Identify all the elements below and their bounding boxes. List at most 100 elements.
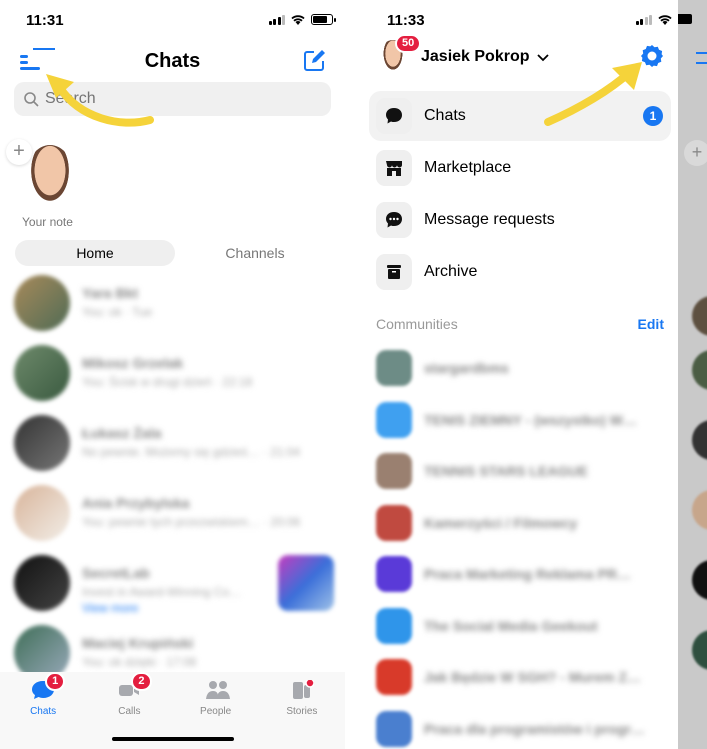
nav-item-marketplace[interactable]: Marketplace xyxy=(369,143,671,193)
nav-item-message-requests[interactable]: Message requests xyxy=(369,195,671,245)
segmented-control: Home Channels xyxy=(15,240,335,266)
tab-home[interactable]: Home xyxy=(15,240,175,266)
tab-label: Stories xyxy=(286,706,318,717)
home-indicator xyxy=(112,737,234,741)
avatar xyxy=(14,415,70,471)
note-label: Your note xyxy=(22,215,73,229)
chat-list-item[interactable]: Yara Bkt You: ok · Tue xyxy=(14,275,334,335)
page-title: Chats xyxy=(144,50,201,72)
chat-list-item[interactable]: Ania Przybylska You: pewnie tych przezwi… xyxy=(14,485,334,545)
tab-badge: 1 xyxy=(45,672,66,691)
community-icon xyxy=(376,401,412,438)
community-icon xyxy=(376,453,412,489)
people-icon xyxy=(205,681,230,699)
tab-label: Calls xyxy=(118,706,141,717)
chats-screen: 11:31 51 Chats + Your note Home Channels… xyxy=(0,0,345,749)
chat-preview: You: Ścisk w drugi dzień · 22:18 xyxy=(82,375,253,389)
avatar xyxy=(692,350,707,390)
chat-name: Łukasz Żala xyxy=(82,425,162,441)
search-input[interactable] xyxy=(45,90,295,108)
status-icons xyxy=(268,14,336,25)
status-icons xyxy=(635,14,679,25)
chat-name: SecretLab xyxy=(82,565,150,581)
community-item[interactable]: The Social Media Geekout xyxy=(376,606,666,646)
avatar xyxy=(14,485,70,541)
chevron-down-icon xyxy=(536,54,549,62)
nav-label: Archive xyxy=(424,263,478,280)
avatar xyxy=(692,296,707,336)
chat-name: Maciej Krupiński xyxy=(82,635,194,651)
wifi-icon xyxy=(291,14,305,25)
tab-badge: 2 xyxy=(131,672,152,691)
tab-channels[interactable]: Channels xyxy=(175,240,335,266)
edit-communities-button[interactable]: Edit xyxy=(638,316,664,332)
community-icon xyxy=(376,710,412,747)
nav-item-chats[interactable]: Chats 1 xyxy=(369,91,671,141)
chat-list-item[interactable]: Mikosz Grzelak You: Ścisk w drugi dzień … xyxy=(14,345,334,405)
community-item[interactable]: Kamerzyści / Filmowcy xyxy=(376,503,666,543)
community-icon xyxy=(376,607,412,644)
dimmed-chats-preview[interactable]: + xyxy=(678,0,707,749)
nav-item-archive[interactable]: Archive xyxy=(369,247,671,297)
community-name: stargardbms xyxy=(424,360,509,376)
chat-preview: You: pewnie tych przezwiskiem… · 20:06 xyxy=(82,515,301,529)
community-item[interactable]: stargardbms xyxy=(376,348,666,388)
community-item[interactable]: TENNIS STARS LEAGUE xyxy=(376,451,666,491)
tab-chats[interactable]: 1 Chats xyxy=(0,672,86,749)
avatar xyxy=(14,275,70,331)
community-icon xyxy=(376,504,412,541)
chat-preview: You: ok dzięki · 17:08 xyxy=(82,655,197,669)
storefront-icon xyxy=(386,161,402,176)
archive-box-icon xyxy=(387,265,401,279)
search-icon xyxy=(24,91,39,107)
community-item[interactable]: TENIS ZIEMNY - (wszystko) W… xyxy=(376,400,666,440)
community-icon xyxy=(376,350,412,386)
compose-icon[interactable] xyxy=(303,50,325,72)
tab-stories[interactable]: Stories xyxy=(259,672,345,749)
signal-icon xyxy=(635,14,652,25)
chat-list-item[interactable]: Łukasz Żala No pewnie. Możemy się gdzieś… xyxy=(14,415,334,475)
nav-label: Message requests xyxy=(424,211,555,228)
avatar xyxy=(692,560,707,600)
ad-thumbnail xyxy=(278,555,334,611)
account-switcher[interactable]: 50 Jasiek Pokrop xyxy=(381,34,550,74)
community-name: Jak Będzie W SGH? - Murem Z… xyxy=(424,669,642,685)
chat-name: Yara Bkt xyxy=(82,285,139,301)
avatar xyxy=(692,630,707,670)
unread-count-badge: 1 xyxy=(643,106,663,126)
chat-preview: Invest in Award-Winning Co… xyxy=(82,585,242,599)
view-more-link[interactable]: View more xyxy=(82,601,138,615)
battery-icon xyxy=(678,14,692,24)
chat-preview: You: ok · Tue xyxy=(82,305,153,319)
community-name: TENNIS STARS LEAGUE xyxy=(424,463,588,479)
community-name: The Social Media Geekout xyxy=(424,617,598,634)
chat-name: Mikosz Grzelak xyxy=(82,355,184,371)
stories-icon xyxy=(292,678,315,699)
account-name: Jasiek Pokrop xyxy=(421,48,530,65)
community-name: Praca Marketing Reklama PR… xyxy=(424,566,631,582)
search-bar[interactable] xyxy=(14,82,331,116)
chat-list-item[interactable]: SecretLab Invest in Award-Winning Co… Vie… xyxy=(14,555,334,615)
avatar xyxy=(14,345,70,401)
battery-icon xyxy=(311,14,336,25)
tab-label: People xyxy=(200,706,232,717)
community-name: Kamerzyści / Filmowcy xyxy=(424,514,578,531)
chat-name: Ania Przybylska xyxy=(82,495,190,511)
account-badge: 50 xyxy=(395,34,422,53)
communities-header: Communities Edit xyxy=(376,316,664,332)
community-icon xyxy=(376,556,412,592)
status-time: 11:31 xyxy=(26,12,64,29)
chat-preview: No pewnie. Możemy się gdzieś… · 21:04 xyxy=(82,445,301,459)
avatar xyxy=(692,490,707,530)
community-name: Praca dla programistów i progr… xyxy=(424,720,645,737)
communities-label: Communities xyxy=(376,316,458,332)
avatar xyxy=(14,555,70,611)
signal-icon xyxy=(268,14,285,25)
community-item[interactable]: Praca Marketing Reklama PR… xyxy=(376,554,666,594)
add-note-icon[interactable]: + xyxy=(6,139,32,165)
community-item[interactable]: Praca dla programistów i progr… xyxy=(376,709,666,749)
community-icon xyxy=(376,659,412,695)
message-dots-icon xyxy=(386,212,402,228)
gear-icon[interactable] xyxy=(640,44,664,68)
community-item[interactable]: Jak Będzie W SGH? - Murem Z… xyxy=(376,657,666,697)
